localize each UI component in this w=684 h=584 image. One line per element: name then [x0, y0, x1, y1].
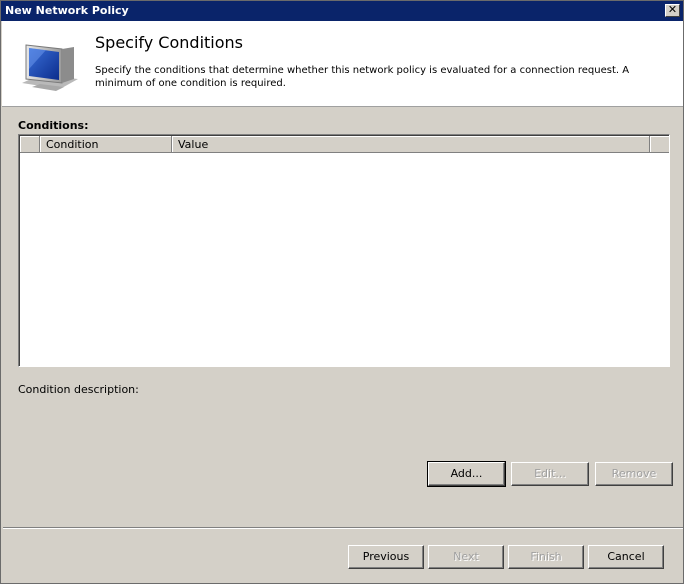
title-bar: New Network Policy ✕	[1, 1, 683, 21]
conditions-list-header: Condition Value	[20, 136, 669, 153]
close-button[interactable]: ✕	[665, 4, 680, 17]
wizard-header: Specify Conditions Specify the condition…	[2, 21, 683, 107]
column-header-condition[interactable]: Condition	[40, 136, 172, 153]
cancel-button[interactable]: Cancel	[588, 545, 664, 569]
previous-button[interactable]: Previous	[348, 545, 424, 569]
close-icon: ✕	[667, 3, 678, 16]
conditions-label: Conditions:	[18, 119, 89, 132]
edit-button[interactable]: Edit...	[511, 462, 589, 486]
next-button[interactable]: Next	[428, 545, 504, 569]
remove-button[interactable]: Remove	[595, 462, 673, 486]
footer-separator	[3, 527, 683, 529]
add-button[interactable]: Add...	[427, 461, 506, 487]
column-header-filler	[650, 136, 669, 153]
column-header-spacer	[20, 136, 40, 153]
condition-description-label: Condition description:	[18, 383, 139, 396]
finish-button[interactable]: Finish	[508, 545, 584, 569]
conditions-list[interactable]: Condition Value	[18, 134, 670, 367]
new-network-policy-dialog: New Network Policy ✕ Specify Conditions …	[0, 0, 684, 584]
page-description: Specify the conditions that determine wh…	[95, 65, 630, 89]
page-title: Specify Conditions	[95, 33, 243, 52]
column-header-value[interactable]: Value	[172, 136, 650, 153]
window-title: New Network Policy	[5, 4, 129, 17]
computer-monitor-icon	[18, 39, 80, 95]
